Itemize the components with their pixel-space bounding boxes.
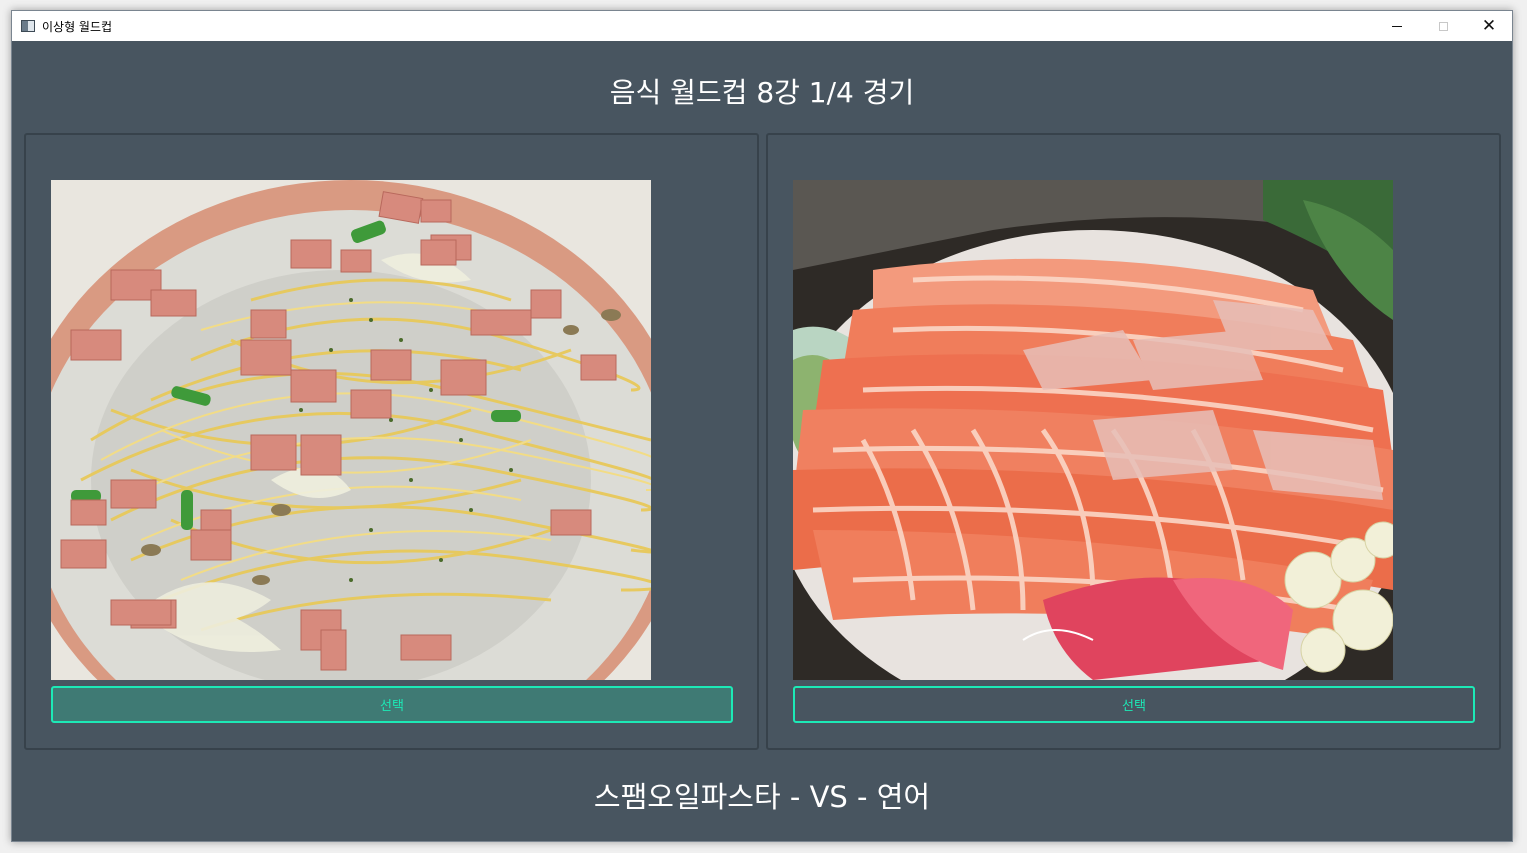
window-controls: ✕: [1374, 11, 1512, 41]
close-button[interactable]: ✕: [1466, 11, 1512, 41]
maximize-button[interactable]: [1420, 11, 1466, 41]
salmon-photo: [793, 180, 1393, 680]
window-title: 이상형 월드컵: [42, 19, 113, 34]
main-content: 음식 월드컵 8강 1/4 경기 선택 선택 스팸오일파스타 - VS - 연어: [12, 41, 1512, 842]
minimize-icon: [1392, 25, 1402, 27]
candidate-panel-right: 선택: [766, 133, 1501, 750]
maximize-icon: [1438, 21, 1448, 31]
round-heading: 음식 월드컵 8강 1/4 경기: [609, 76, 915, 109]
select-button-right[interactable]: 선택: [793, 686, 1475, 723]
spam-oil-pasta-photo: [51, 180, 651, 680]
title-bar[interactable]: 이상형 월드컵 ✕: [12, 11, 1512, 41]
app-icon: [21, 20, 35, 32]
matchup-text: 스팸오일파스타 - VS - 연어: [593, 780, 931, 814]
app-window: 이상형 월드컵 ✕ 음식 월드컵 8강 1/4 경기 선택 선택 스팸오일파스타…: [11, 10, 1513, 842]
minimize-button[interactable]: [1374, 11, 1420, 41]
close-icon: ✕: [1481, 15, 1497, 36]
candidate-panel-left: 선택: [24, 133, 759, 750]
select-button-left[interactable]: 선택: [51, 686, 733, 723]
